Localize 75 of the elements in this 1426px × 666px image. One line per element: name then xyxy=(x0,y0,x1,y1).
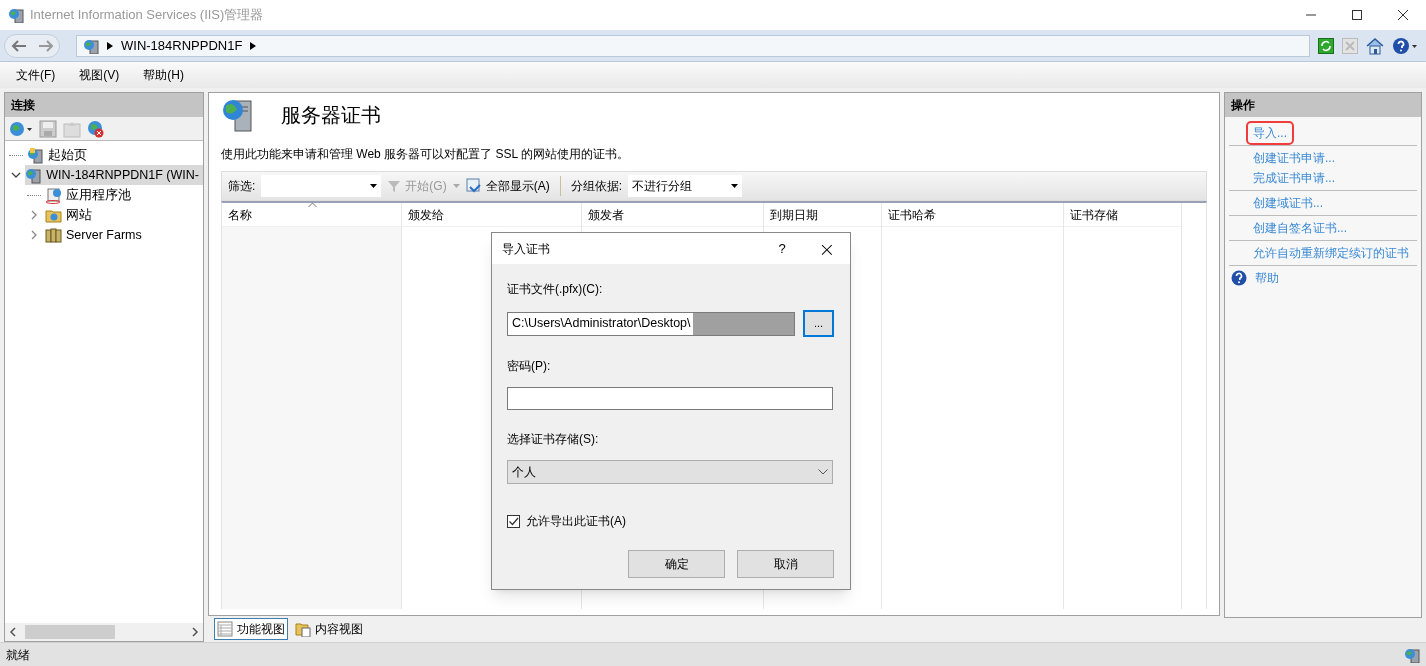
tree-item[interactable]: Server Farms xyxy=(45,225,146,245)
dialog-button[interactable]: 取消 xyxy=(737,550,834,578)
dialog-title: 导入证书 xyxy=(502,240,550,258)
server-globe-icon xyxy=(25,166,43,184)
show-all-button[interactable]: 全部显示(A) xyxy=(465,177,550,195)
folder-document-icon xyxy=(295,621,311,637)
back-forward-buttons[interactable] xyxy=(4,33,60,58)
action-link[interactable]: 创建证书申请... xyxy=(1253,149,1335,167)
view-tab[interactable]: 内容视图 xyxy=(292,618,366,640)
action-link[interactable]: 创建域证书... xyxy=(1253,194,1323,212)
menu-item[interactable]: 视图(V) xyxy=(71,64,128,86)
feature-description: 使用此功能来申请和管理 Web 服务器可以对配置了 SSL 的网站使用的证书。 xyxy=(221,146,631,163)
scroll-right-icon[interactable] xyxy=(191,627,199,637)
maximize-icon xyxy=(1352,10,1362,20)
server-rack-icon xyxy=(45,226,62,244)
column-header[interactable]: 名称 xyxy=(222,203,401,227)
file-path-field[interactable]: C:\Users\Administrator\Desktop\ xyxy=(507,311,795,336)
view-tab[interactable]: 功能视图 xyxy=(214,618,288,640)
arrow-icon xyxy=(107,41,113,50)
menu-item[interactable]: 帮助(H) xyxy=(135,64,192,86)
server-globe-icon xyxy=(83,37,99,54)
connect-globe-icon xyxy=(9,119,33,138)
disconnect-icon xyxy=(87,119,105,138)
store-select[interactable]: 个人 xyxy=(507,460,833,484)
tree-item[interactable]: 网站 xyxy=(45,205,96,225)
panel-title: 操作 xyxy=(1231,97,1255,114)
action-link[interactable]: 创建自签名证书... xyxy=(1253,219,1347,237)
panel-title: 连接 xyxy=(11,97,35,114)
dropdown-icon[interactable] xyxy=(370,184,378,188)
address-segment[interactable]: WIN-184RNPPDN1F xyxy=(121,35,243,56)
checkbox-label: 允许导出此证书(A) xyxy=(526,513,626,530)
action-link[interactable]: 帮助 xyxy=(1255,269,1279,287)
password-field[interactable] xyxy=(507,387,833,410)
address-bar[interactable]: WIN-184RNPPDN1F xyxy=(76,34,1310,57)
app-pool-icon xyxy=(45,186,62,204)
field-label: 密码(P): xyxy=(507,358,551,375)
feature-title: 服务器证书 xyxy=(281,103,381,128)
filter-label: 筛选: xyxy=(228,178,256,195)
refresh-icon xyxy=(1318,37,1334,54)
server-globe-icon xyxy=(8,7,24,23)
help-button[interactable]: ? xyxy=(760,238,804,259)
group-by-select[interactable]: 不进行分组 xyxy=(628,175,742,197)
dialog-button[interactable]: 确定 xyxy=(628,550,725,578)
action-link[interactable]: 完成证书申请... xyxy=(1253,169,1335,187)
status-text: 就绪 xyxy=(6,646,30,664)
dropdown-icon xyxy=(452,184,460,188)
server-globe-icon xyxy=(1404,646,1420,663)
help-icon xyxy=(1231,270,1247,286)
menu-item[interactable]: 文件(F) xyxy=(8,64,64,86)
stop-icon xyxy=(1342,37,1358,54)
tree-item[interactable]: 起始页 xyxy=(27,145,91,165)
field-label: 选择证书存储(S): xyxy=(507,431,599,448)
dropdown-icon[interactable] xyxy=(731,184,738,188)
action-link[interactable]: 允许自动重新绑定续订的证书 xyxy=(1253,244,1409,262)
home-icon xyxy=(1366,36,1384,55)
grid-icon xyxy=(217,621,233,637)
help-icon xyxy=(1392,36,1418,55)
filter-field[interactable] xyxy=(261,175,382,197)
browse-button[interactable]: ... xyxy=(803,310,834,337)
action-link[interactable]: 导入... xyxy=(1249,124,1291,142)
close-icon xyxy=(1398,10,1408,20)
tree-item[interactable]: WIN-184RNPPDN1F (WIN- xyxy=(25,165,203,185)
horizontal-scrollbar[interactable] xyxy=(5,623,203,641)
server-globe-icon xyxy=(27,146,44,164)
tree-item[interactable]: 应用程序池 xyxy=(45,185,135,205)
scroll-left-icon[interactable] xyxy=(9,627,17,637)
funnel-icon xyxy=(387,179,402,193)
group-by-label: 分组依据: xyxy=(570,178,622,195)
field-label: 证书文件(.pfx)(C): xyxy=(507,281,603,298)
show-all-icon xyxy=(465,178,482,194)
arrow-icon xyxy=(250,41,257,50)
close-button[interactable]: × xyxy=(804,233,850,264)
checkbox[interactable] xyxy=(507,514,520,528)
chevron-down-icon[interactable] xyxy=(818,469,828,475)
window-title: Internet Information Services (IIS)管理器 xyxy=(30,6,264,25)
